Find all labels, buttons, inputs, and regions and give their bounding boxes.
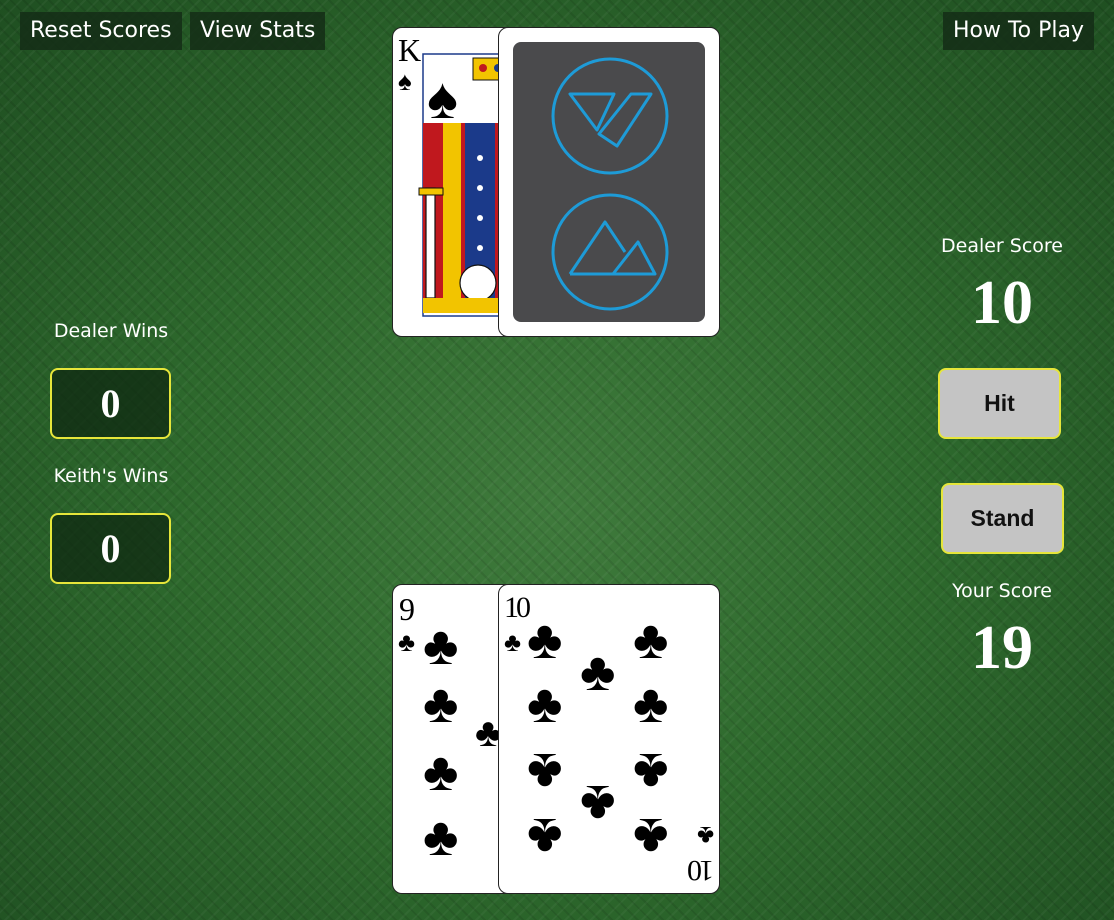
- ten-corner-rank: 10: [504, 591, 531, 624]
- hit-button[interactable]: Hit: [938, 368, 1061, 439]
- club-pip-icon: ♣: [423, 616, 459, 676]
- club-pip-icon: ♣: [423, 742, 459, 802]
- player-score-label: Your Score: [952, 580, 1052, 602]
- player-score-value: 19: [971, 614, 1033, 682]
- card-back: [513, 42, 705, 322]
- how-to-play-button[interactable]: How To Play: [942, 12, 1094, 50]
- club-pip-icon: ♣: [633, 807, 669, 867]
- player-wins-box: 0: [50, 513, 171, 584]
- club-pip-icon: ♣: [633, 674, 669, 734]
- club-pip-icon: ♣: [527, 807, 563, 867]
- dealer-wins-label: Dealer Wins: [53, 320, 169, 342]
- ten-corner-rank-bottom: 10: [690, 854, 714, 887]
- club-small-icon-bottom: ♣: [696, 821, 714, 851]
- card-back-logo-icon: [551, 57, 669, 311]
- dealer-card-face-down: [498, 27, 720, 337]
- reset-scores-button[interactable]: Reset Scores: [20, 12, 182, 50]
- club-pip-icon: ♣: [580, 642, 616, 702]
- spade-small-icon: ♠: [398, 66, 412, 96]
- club-pip-icon: ♣: [580, 774, 616, 834]
- club-pip-icon: ♣: [633, 742, 669, 802]
- club-small-icon: ♣: [398, 627, 416, 657]
- club-pip-icon: ♣: [423, 807, 459, 867]
- club-pip-icon: ♣: [527, 742, 563, 802]
- king-corner-rank: K: [398, 32, 422, 68]
- club-small-icon: ♣: [504, 627, 522, 657]
- club-pip-icon: ♣: [633, 610, 669, 670]
- nine-corner-rank: 9: [399, 591, 415, 627]
- spade-large-icon: ♠: [427, 66, 458, 131]
- dealer-wins-value: 0: [100, 381, 121, 426]
- player-wins-value: 0: [100, 526, 121, 571]
- club-pip-icon: ♣: [527, 674, 563, 734]
- dealer-wins-box: 0: [50, 368, 171, 439]
- player-wins-label: Keith's Wins: [53, 465, 169, 487]
- stand-button[interactable]: Stand: [941, 483, 1064, 554]
- player-card-ten-of-clubs: 10 ♣ 10 ♣ ♣ ♣ ♣ ♣ ♣ ♣ ♣ ♣ ♣ ♣: [498, 584, 720, 894]
- view-stats-button[interactable]: View Stats: [190, 12, 326, 50]
- club-pip-icon: ♣: [527, 610, 563, 670]
- dealer-score-label: Dealer Score: [941, 235, 1063, 257]
- club-pip-icon: ♣: [423, 674, 459, 734]
- dealer-score-value: 10: [971, 269, 1033, 337]
